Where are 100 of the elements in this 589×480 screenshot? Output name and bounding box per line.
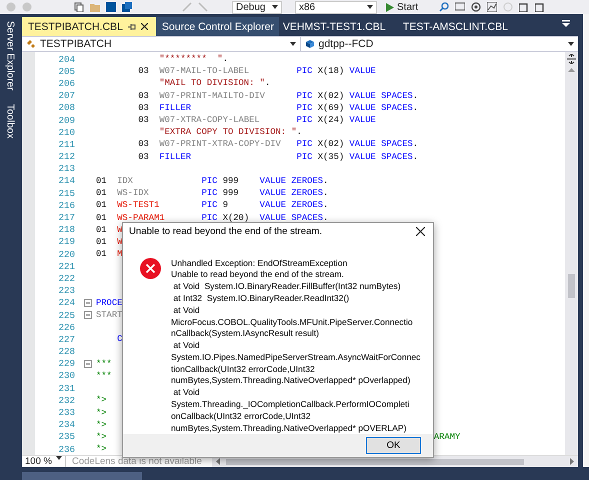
zoom-dropdown[interactable]: 100 % bbox=[22, 456, 66, 467]
line-number: 236 bbox=[57, 444, 76, 455]
line-number: 235 bbox=[57, 431, 76, 442]
search-icon[interactable] bbox=[439, 2, 450, 12]
play-icon bbox=[386, 2, 394, 12]
code-line: 03 W07-PRINT-XTRA-COPY-DIV PIC X(02) VALUE SPACES. bbox=[137, 139, 418, 150]
code-line: START bbox=[96, 310, 122, 320]
line-number: 232 bbox=[57, 394, 76, 406]
type-dropdown[interactable]: TESTPIBATCH bbox=[22, 37, 300, 51]
line-number: 234 bbox=[57, 419, 76, 430]
code-line: *> bbox=[96, 444, 107, 454]
menu-icon[interactable] bbox=[562, 20, 570, 27]
document-tab[interactable]: Source Control Explorer bbox=[156, 17, 279, 36]
code-line: 01 WS-TEST1 PIC 9 VALUE ZEROES. bbox=[96, 200, 328, 210]
code-line: "MAIL TO DIVISION: ". bbox=[158, 78, 270, 88]
line-number: 222 bbox=[57, 272, 76, 284]
save-all-icon[interactable] bbox=[122, 2, 132, 12]
code-line: 01 W bbox=[96, 224, 122, 235]
line-number: 210 bbox=[57, 126, 76, 138]
code-line: *** bbox=[96, 358, 112, 369]
line-number: 229 bbox=[57, 358, 76, 370]
collapse-icon[interactable] bbox=[84, 311, 92, 320]
document-tab[interactable]: TEST-AMSCLINT.CBL bbox=[398, 17, 519, 36]
code-line: C bbox=[116, 334, 122, 344]
code-line: PROCE bbox=[96, 298, 122, 308]
dropdown-arrow-icon[interactable] bbox=[56, 456, 62, 460]
document-tab[interactable]: VEHMST-TEST1.CBL bbox=[278, 17, 399, 36]
line-number: 214 bbox=[57, 175, 76, 186]
cube-icon bbox=[304, 39, 314, 49]
collapse-icon[interactable] bbox=[84, 298, 92, 307]
line-number: 217 bbox=[57, 212, 76, 224]
line-number: 211 bbox=[57, 138, 76, 150]
line-number: 205 bbox=[57, 66, 76, 77]
error-message: Unhandled Exception: EndOfStreamException Unable to read beyond the end of the stream. at Void System.IO.BinaryReader.FillBuffer(Int32 numBytes) at Int32 System.IO.BinaryReader.ReadInt32() at Void MicroFocus.COBOL.QualityTools.MFUnit.PipeServer.Connectio nCallback(System.IAsyncResult result) at Void System.IO.Pipes.NamedPipeServerStream.AsyncWaitForConnec tionCallback(UInt32 errorCode,UInt32 numBytes,System.Threading.NativeOverlapped* pOverlapped) at Void System.Threading._IOCompletionCallback.PerformIOCompleti onCallback(UInt32 errorCode,UInt32 numBytes,System.Threading.NativeOverlapped* pOVERLAP) bbox=[171, 258, 420, 434]
dropdown-arrow-icon[interactable] bbox=[290, 42, 296, 46]
line-number: 216 bbox=[57, 200, 76, 211]
dropdown-arrow-icon[interactable] bbox=[272, 5, 278, 9]
line-number: 218 bbox=[57, 224, 76, 236]
line-number: 233 bbox=[57, 407, 76, 418]
line-number: 209 bbox=[57, 114, 76, 126]
line-number: 230 bbox=[57, 370, 76, 382]
line-number: 223 bbox=[57, 285, 76, 296]
code-line: "******** ". bbox=[158, 54, 228, 64]
line-number: 219 bbox=[57, 236, 76, 248]
code-line: 03 W07-PRINT-MAILTO-DIV PIC X(02) VALUE SPACES. bbox=[137, 90, 418, 101]
line-number: 225 bbox=[57, 310, 76, 321]
line-number: 224 bbox=[57, 297, 76, 308]
member-dropdown[interactable]: gdtpp--FCD bbox=[300, 37, 578, 51]
screen-icon[interactable] bbox=[455, 2, 466, 12]
code-line: 01 WS-IDX PIC 999 VALUE ZEROES. bbox=[96, 188, 328, 198]
collapse-icon[interactable] bbox=[84, 360, 92, 368]
close-icon[interactable] bbox=[140, 23, 148, 30]
chart-icon[interactable] bbox=[487, 2, 498, 12]
window-icon[interactable] bbox=[519, 2, 530, 12]
ok-button[interactable]: OK bbox=[366, 437, 421, 454]
side-tab[interactable]: Server Explorer bbox=[4, 18, 16, 94]
line-number: 220 bbox=[57, 248, 76, 260]
code-line: *> bbox=[96, 408, 107, 418]
dropdown-arrow-icon[interactable] bbox=[367, 5, 373, 9]
line-number: 213 bbox=[57, 163, 76, 174]
document-tab[interactable]: TESTPIBATCH.CBL bbox=[22, 17, 156, 36]
line-number: 221 bbox=[57, 260, 76, 272]
line-number: 207 bbox=[57, 90, 76, 102]
code-line: 03 W07-MAIL-TO-LABEL PIC X(18) VALUE bbox=[137, 66, 376, 76]
window-icon[interactable] bbox=[535, 2, 546, 12]
platform-dropdown[interactable]: x86 bbox=[295, 0, 377, 14]
side-tab[interactable]: Toolbox bbox=[4, 101, 16, 142]
copy-icon[interactable] bbox=[74, 2, 84, 12]
vertical-scrollbar[interactable] bbox=[565, 52, 578, 455]
code-line: "EXTRA COPY TO DIVISION: ". bbox=[158, 127, 302, 138]
configuration-dropdown[interactable]: Debug bbox=[232, 0, 282, 14]
error-icon bbox=[140, 258, 161, 279]
line-number: 226 bbox=[57, 322, 76, 333]
class-icon bbox=[26, 39, 36, 49]
code-line: 01 M bbox=[96, 249, 122, 260]
scroll-thumb[interactable] bbox=[568, 274, 575, 298]
line-number: 231 bbox=[57, 382, 76, 394]
code-line: *** bbox=[96, 370, 112, 381]
record-icon[interactable] bbox=[471, 2, 482, 12]
code-line: *> bbox=[96, 395, 107, 406]
start-button[interactable]: Start bbox=[383, 0, 422, 14]
code-line: 01 W bbox=[96, 236, 122, 247]
code-line: 01 IDX PIC 999 VALUE ZEROES. bbox=[96, 176, 328, 186]
scroll-right-icon[interactable] bbox=[570, 458, 574, 465]
line-number: 215 bbox=[57, 188, 76, 199]
line-number: 227 bbox=[57, 334, 76, 345]
dialog-title: Unable to read beyond the end of the stream. bbox=[129, 226, 322, 237]
close-icon[interactable] bbox=[416, 226, 425, 236]
line-number: 228 bbox=[57, 346, 76, 358]
dropdown-arrow-icon[interactable] bbox=[568, 42, 574, 46]
code-line: 01 WS-PARAM1 PIC X(20) VALUE SPACES. bbox=[96, 212, 328, 223]
code-line: *> bbox=[96, 420, 107, 430]
line-number: 208 bbox=[57, 102, 76, 114]
scroll-left-icon[interactable] bbox=[216, 458, 220, 465]
codelens-status: CodeLens data is not available bbox=[71, 456, 203, 467]
split-icon[interactable] bbox=[567, 54, 576, 64]
code-line: 03 W07-XTRA-COPY-LABEL PIC X(24) VALUE bbox=[137, 115, 376, 126]
pin-icon[interactable] bbox=[128, 22, 136, 30]
line-number: 204 bbox=[57, 54, 76, 65]
code-line: 03 FILLER PIC X(35) VALUE SPACES. bbox=[137, 152, 418, 162]
